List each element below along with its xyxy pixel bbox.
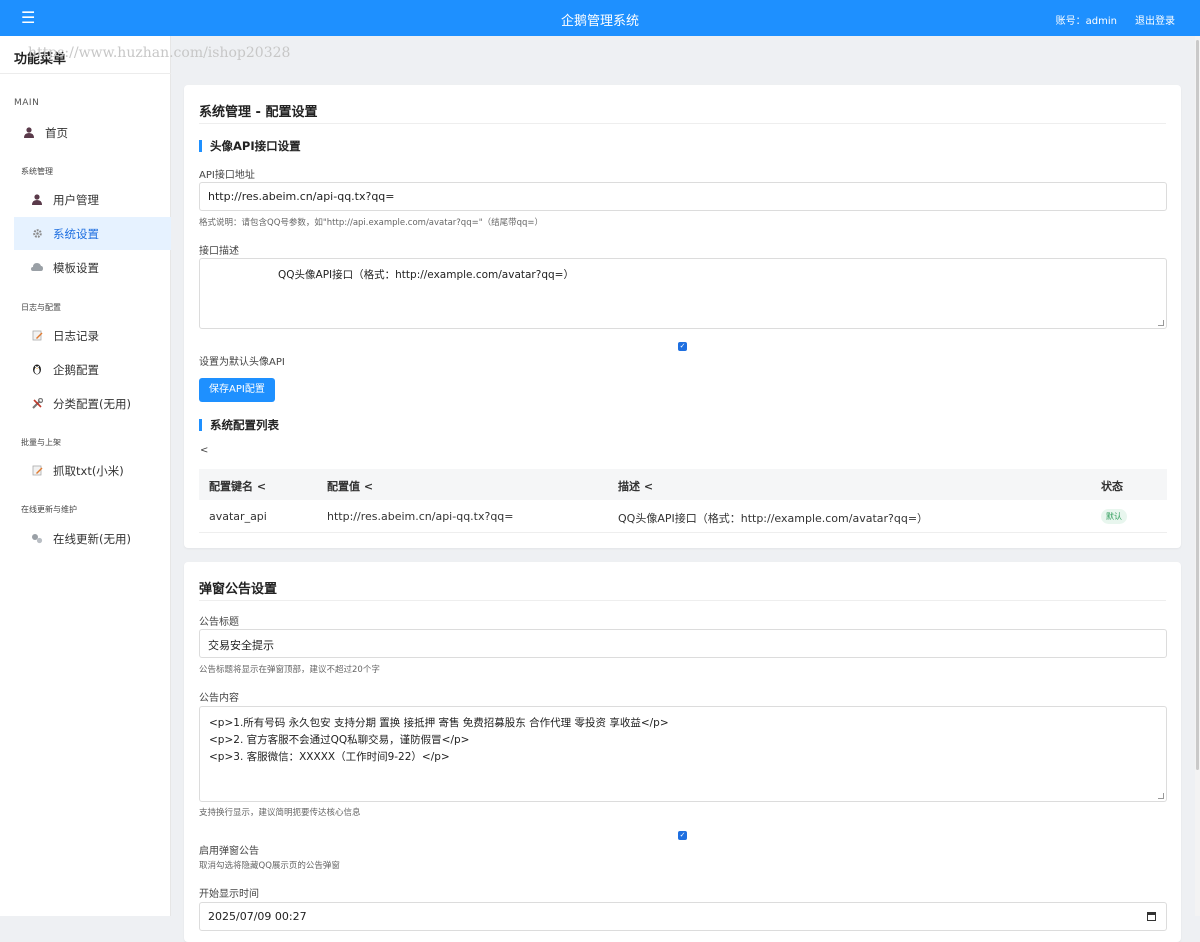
content-line: <p>1.所有号码 永久包安 支持分期 置换 接抵押 寄售 免费招募股东 合作代…	[209, 717, 669, 729]
wrench-icon	[30, 531, 44, 545]
notice-content-hint: 支持换行显示，建议简明扼要传达核心信息	[199, 808, 361, 818]
enable-popup-hint: 取消勾选将隐藏QQ展示页的公告弹窗	[199, 861, 340, 871]
sidebar-item-label: 企鹅配置	[53, 363, 99, 377]
notice-title-hint: 公告标题将显示在弹窗顶部，建议不超过20个字	[199, 665, 380, 675]
calendar-icon[interactable]	[1147, 912, 1156, 921]
sidebar-item-label: 抓取txt(小米)	[53, 464, 124, 478]
sidebar-item-settings[interactable]: 系统设置	[14, 217, 171, 250]
sidebar: 功能菜单 MAIN 首页 系统管理 用户管理 系统设置 模板设置 日志与配置 日…	[0, 36, 171, 916]
start-time-label: 开始显示时间	[199, 889, 259, 900]
scrollbar-thumb[interactable]	[1196, 40, 1199, 770]
sidebar-item-label: 用户管理	[53, 193, 99, 207]
edit-icon	[30, 328, 44, 342]
api-url-input[interactable]: http://res.abeim.cn/api-qq.tx?qq=	[199, 182, 1167, 211]
sidebar-section-system: 系统管理	[21, 167, 53, 176]
sidebar-item-home[interactable]: 首页	[14, 116, 171, 149]
table-row: avatar_api http://res.abeim.cn/api-qq.tx…	[199, 500, 1167, 533]
sidebar-item-online-update[interactable]: 在线更新(无用)	[14, 522, 171, 555]
sidebar-title: 功能菜单	[14, 52, 67, 67]
sidebar-item-label: 系统设置	[53, 227, 99, 241]
cell-value: http://res.abeim.cn/api-qq.tx?qq=	[327, 510, 514, 523]
sidebar-item-label: 模板设置	[53, 261, 99, 275]
notice-content-label: 公告内容	[199, 693, 239, 704]
sidebar-item-label: 在线更新(无用)	[53, 532, 131, 546]
col-desc-header[interactable]: 描述 <	[618, 478, 653, 494]
cell-key: avatar_api	[209, 510, 267, 523]
sidebar-item-label: 分类配置(无用)	[53, 397, 131, 411]
cell-desc: QQ头像API接口（格式：http://example.com/avatar?q…	[618, 512, 929, 525]
notice-title-input[interactable]: 交易安全提示	[199, 629, 1167, 658]
sidebar-section-batch: 批量与上架	[21, 438, 61, 447]
enable-popup-label: 启用弹窗公告	[199, 846, 259, 857]
sidebar-item-users[interactable]: 用户管理	[14, 183, 171, 216]
notice-content-textarea[interactable]: <p>1.所有号码 永久包安 支持分期 置换 接抵押 寄售 免费招募股东 合作代…	[199, 706, 1167, 802]
start-time-value: 2025/07/09 00:27	[208, 910, 307, 923]
content-line: <p>2. 官方客服不会通过QQ私聊交易，谨防假冒</p>	[209, 734, 470, 746]
cloud-icon	[30, 260, 44, 274]
api-config-card: 系统管理 - 配置设置 头像API接口设置 API接口地址 http://res…	[184, 85, 1181, 548]
top-bar: ☰ 企鹅管理系统 账号：admin 退出登录	[0, 0, 1200, 36]
api-url-hint: 格式说明：请包含QQ号参数，如"http://api.example.com/a…	[199, 218, 544, 228]
col-value-header[interactable]: 配置值 <	[327, 478, 373, 494]
table-header: 配置键名 < 配置值 < 描述 < 状态	[199, 469, 1167, 500]
penguin-icon	[30, 362, 44, 376]
resize-handle[interactable]	[1158, 793, 1164, 799]
sidebar-section-logs: 日志与配置	[21, 303, 61, 312]
content-line: <p>3. 客服微信：XXXXX（工作时间9-22）</p>	[209, 751, 450, 763]
sidebar-item-logs[interactable]: 日志记录	[14, 319, 171, 352]
save-api-button[interactable]: 保存API配置	[199, 378, 275, 402]
app-title: 企鹅管理系统	[560, 14, 639, 29]
list-back-link[interactable]: <	[200, 445, 208, 456]
user-icon	[22, 125, 36, 139]
api-section-title: 头像API接口设置	[199, 140, 301, 152]
popup-card-title: 弹窗公告设置	[199, 582, 278, 597]
sidebar-section-update: 在线更新与维护	[21, 505, 77, 514]
api-desc-text: QQ头像API接口（格式：http://example.com/avatar?q…	[278, 269, 574, 281]
sidebar-divider	[0, 73, 171, 74]
page-title: 系统管理 - 配置设置	[199, 105, 318, 120]
config-list-title: 系统配置列表	[199, 419, 279, 431]
col-key-header[interactable]: 配置键名 <	[209, 478, 266, 494]
api-desc-textarea[interactable]: QQ头像API接口（格式：http://example.com/avatar?q…	[199, 258, 1167, 329]
account-label: 账号：admin	[1055, 16, 1117, 27]
user-icon	[30, 192, 44, 206]
sidebar-item-templates[interactable]: 模板设置	[14, 251, 171, 284]
enable-popup-checkbox[interactable]: ✓	[678, 831, 687, 840]
edit-icon	[30, 463, 44, 477]
notice-title-label: 公告标题	[199, 617, 239, 628]
sidebar-main-label: MAIN	[14, 98, 40, 108]
logout-link[interactable]: 退出登录	[1135, 12, 1175, 27]
sidebar-item-fetch-txt[interactable]: 抓取txt(小米)	[14, 454, 171, 487]
card-divider	[199, 123, 1166, 124]
popup-announcement-card: 弹窗公告设置 公告标题 交易安全提示 公告标题将显示在弹窗顶部，建议不超过20个…	[184, 562, 1181, 942]
col-status-header: 状态	[1101, 480, 1123, 493]
sidebar-item-label: 日志记录	[53, 329, 99, 343]
api-desc-label: 接口描述	[199, 246, 239, 257]
sidebar-item-categories[interactable]: 分类配置(无用)	[14, 387, 171, 420]
gear-icon	[30, 226, 44, 240]
api-url-label: API接口地址	[199, 170, 255, 181]
resize-handle[interactable]	[1158, 320, 1164, 326]
start-time-input[interactable]: 2025/07/09 00:27	[199, 902, 1167, 931]
default-api-label: 设置为默认头像API	[199, 357, 285, 368]
status-badge: 默认	[1101, 509, 1127, 524]
sidebar-item-label: 首页	[45, 126, 68, 140]
default-api-checkbox[interactable]: ✓	[678, 342, 687, 351]
card-divider	[199, 600, 1166, 601]
sidebar-item-penguin[interactable]: 企鹅配置	[14, 353, 171, 386]
tools-icon	[30, 396, 44, 410]
